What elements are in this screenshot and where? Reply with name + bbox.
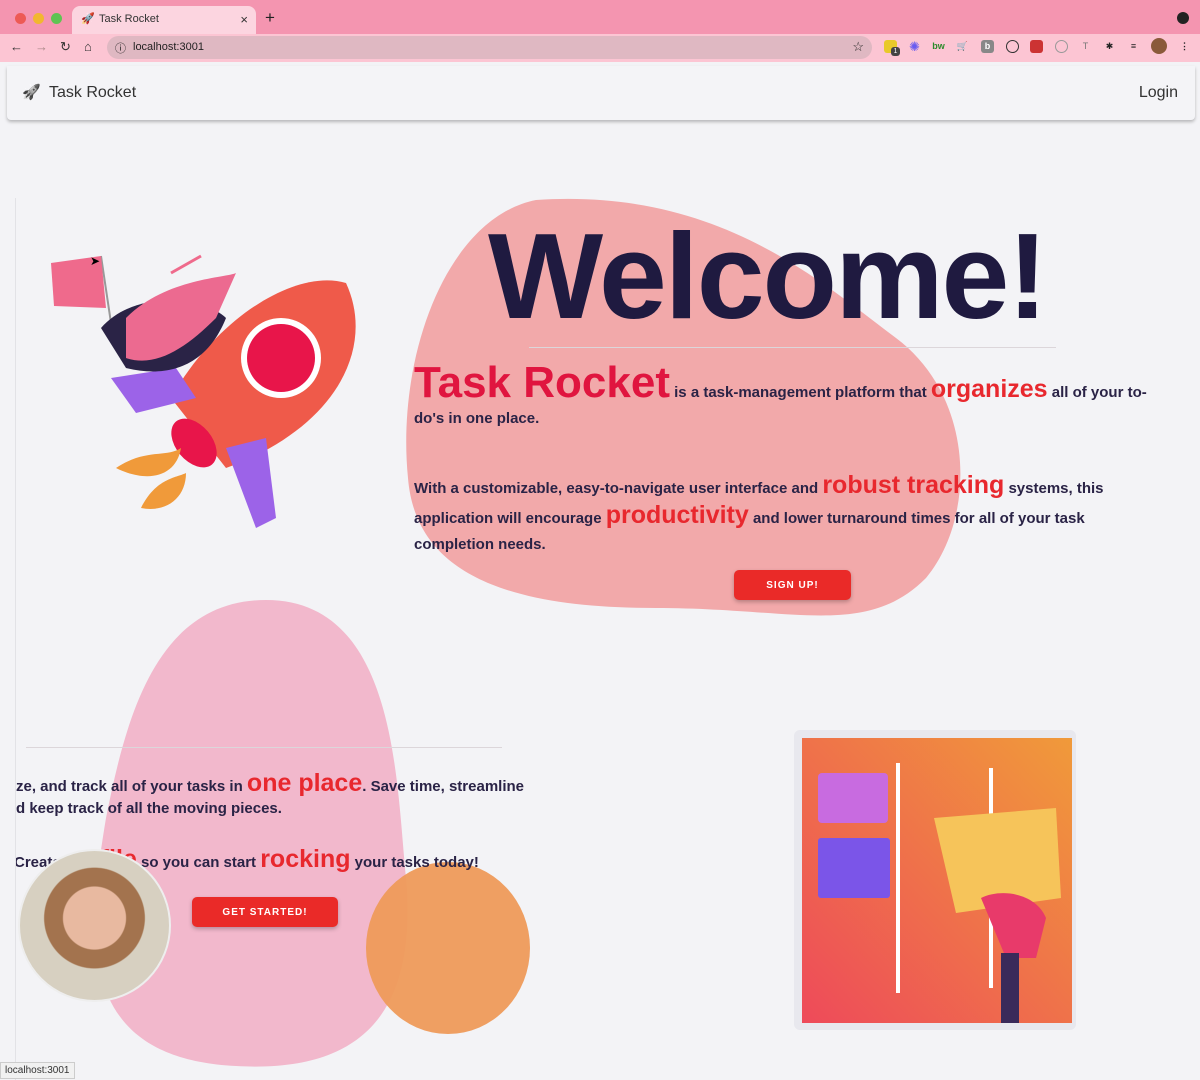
text: . Save time, streamline — [362, 778, 524, 795]
webcam-overlay — [18, 849, 171, 1002]
highlight: organizes — [930, 375, 1048, 403]
new-tab-button[interactable]: + — [265, 8, 275, 28]
feature-paragraph-1: ze, and track all of your tasks in one p… — [16, 769, 524, 820]
extension-icon[interactable] — [1030, 40, 1043, 53]
pink-lower-blob — [95, 600, 408, 1067]
extension-icon[interactable] — [1006, 40, 1019, 53]
divider — [529, 347, 1056, 348]
maximize-window-button[interactable] — [51, 13, 62, 24]
app-navbar: 🚀 Task Rocket Login — [7, 66, 1195, 120]
extension-icon[interactable] — [1055, 40, 1068, 53]
menu-kebab-icon[interactable]: ⋮ — [1178, 40, 1191, 53]
hero-paragraph-2: With a customizable, easy-to-navigate us… — [414, 472, 1164, 558]
tab-title: Task Rocket — [99, 13, 159, 25]
hero-paragraph-1: Task Rocket is a task-management platfor… — [414, 361, 1174, 432]
extension-icon[interactable]: bw — [932, 40, 945, 53]
divider — [26, 747, 502, 748]
text: d keep track of all the moving pieces. — [16, 800, 282, 817]
url-text: localhost:3001 — [133, 41, 204, 53]
close-window-button[interactable] — [15, 13, 26, 24]
sign-up-button[interactable]: SIGN UP! — [734, 570, 851, 600]
rocket-illustration — [51, 254, 356, 528]
brand-highlight: Task Rocket — [414, 358, 670, 407]
task-board-illustration — [794, 730, 1076, 1030]
welcome-heading: Welcome! — [488, 208, 1048, 344]
mouse-cursor-icon: ➤ — [90, 254, 101, 268]
cart-extension-icon[interactable]: 🛒 — [956, 40, 969, 53]
back-icon[interactable]: ← — [10, 39, 23, 54]
highlight: productivity — [605, 501, 749, 529]
browser-tab[interactable]: 🚀 Task Rocket × — [72, 6, 256, 34]
text: ze, and track all of your tasks in — [16, 778, 247, 795]
get-started-button[interactable]: GET STARTED! — [192, 897, 338, 927]
login-link[interactable]: Login — [1139, 84, 1178, 102]
minimize-window-button[interactable] — [33, 13, 44, 24]
extension-icon[interactable]: T — [1079, 40, 1092, 53]
text: your tasks today! — [350, 854, 479, 871]
reload-icon[interactable]: ↻ — [60, 39, 71, 55]
highlight: rocking — [260, 845, 351, 873]
tab-bar: 🚀 Task Rocket × + — [0, 0, 1200, 34]
bookmark-star-icon[interactable]: ☆ — [852, 39, 864, 55]
extension-icon[interactable]: b — [981, 40, 994, 53]
tab-search-icon[interactable] — [1177, 12, 1189, 24]
text: is a task-management platform that — [669, 384, 931, 401]
highlight: one place — [246, 769, 363, 797]
info-icon: ⓘ — [115, 43, 126, 55]
forward-icon[interactable]: → — [35, 39, 48, 54]
rocket-icon: 🚀 — [22, 84, 41, 101]
extension-badge: 1 — [891, 47, 900, 56]
highlight: robust tracking — [822, 471, 1005, 499]
text: so you can start — [136, 854, 261, 871]
extension-icon[interactable]: ✺ — [908, 40, 921, 53]
orange-blob — [366, 862, 530, 1034]
landing-content: Welcome! Task Rocket is a task-managemen… — [15, 198, 1185, 1080]
profile-avatar[interactable] — [1151, 38, 1167, 54]
status-bar-url: localhost:3001 — [0, 1062, 75, 1079]
puzzle-extensions-icon[interactable]: ✱ — [1103, 40, 1116, 53]
address-bar[interactable]: ⓘ localhost:3001 ☆ — [107, 36, 872, 59]
text: With a customizable, easy-to-navigate us… — [414, 480, 823, 497]
home-icon[interactable]: ⌂ — [84, 39, 92, 54]
brand-link[interactable]: Task Rocket — [49, 84, 136, 102]
rocket-icon: 🚀 — [81, 13, 95, 25]
reading-list-icon[interactable]: ≡ — [1127, 40, 1140, 53]
close-tab-icon[interactable]: × — [240, 12, 248, 27]
browser-toolbar: ← → ↻ ⌂ ⓘ localhost:3001 ☆ 1 ✺ bw 🛒 b T … — [0, 34, 1200, 62]
